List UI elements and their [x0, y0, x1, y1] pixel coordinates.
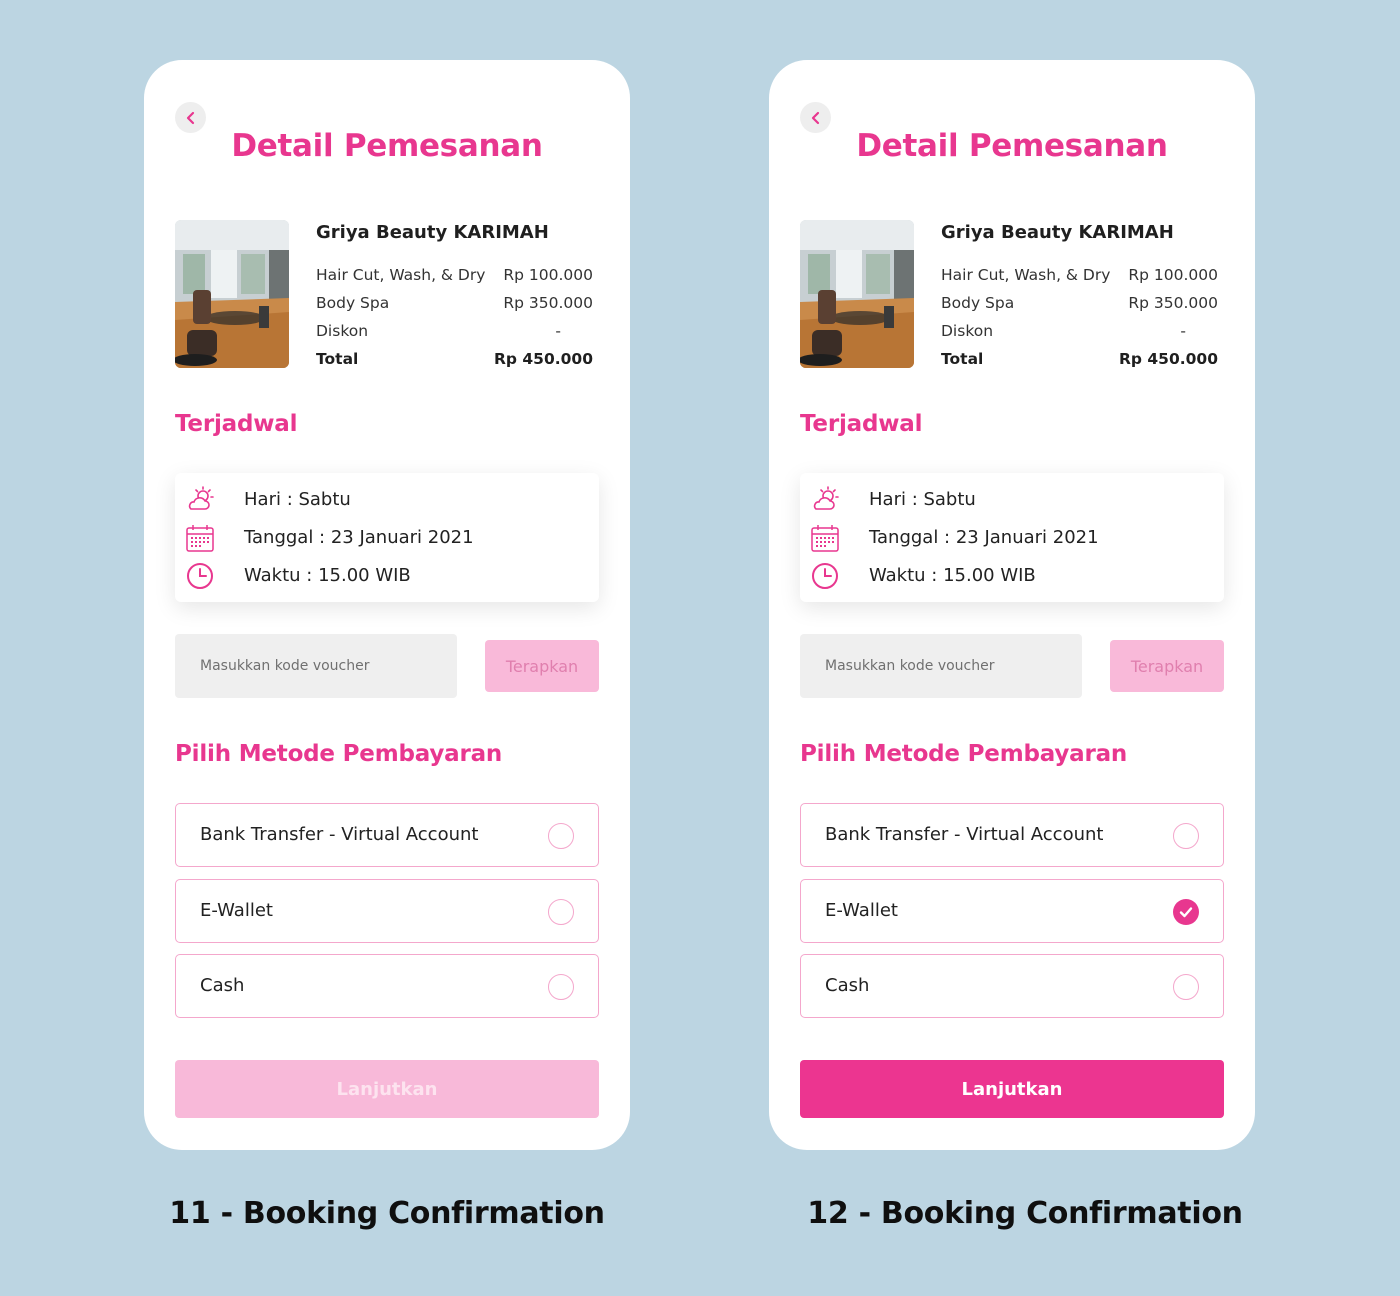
payment-option-ewallet[interactable]: E-Wallet [800, 879, 1224, 943]
clock-icon [812, 563, 838, 589]
calendar-icon [811, 525, 839, 552]
radio-unchecked-icon[interactable] [548, 899, 574, 925]
payment-option-label: E-Wallet [200, 900, 273, 921]
price-value: Rp 100.000 [1128, 266, 1218, 284]
calendar-icon [186, 525, 214, 552]
schedule-row-time: Waktu : 15.00 WIB [175, 561, 599, 591]
total-value: Rp 450.000 [1118, 350, 1218, 368]
screen-caption: 12 - Booking Confirmation [807, 1196, 1243, 1231]
radio-unchecked-icon[interactable] [548, 823, 574, 849]
checkmark-icon [1179, 907, 1193, 918]
schedule-time-text: Waktu : 15.00 WIB [869, 565, 1036, 586]
payment-option-bank-transfer[interactable]: Bank Transfer - Virtual Account [800, 803, 1224, 867]
voucher-input[interactable] [175, 634, 457, 698]
screen-caption: 11 - Booking Confirmation [169, 1196, 605, 1231]
total-label: Total [941, 350, 984, 368]
chevron-left-icon [811, 111, 819, 124]
schedule-date-text: Tanggal : 23 Januari 2021 [869, 527, 1099, 548]
clock-icon [187, 563, 213, 589]
price-row-bodyspa: Body Spa Rp 350.000 [941, 294, 1218, 316]
payment-option-cash[interactable]: Cash [800, 954, 1224, 1018]
price-row-discount: Diskon - [941, 322, 1218, 344]
apply-voucher-button[interactable]: Terapkan [485, 640, 599, 692]
price-row-discount: Diskon - [316, 322, 593, 344]
radio-unchecked-icon[interactable] [1173, 823, 1199, 849]
phone-screen: Detail Pemesanan Griya Beauty KARIMAH Ha… [144, 60, 630, 1150]
weather-icon [188, 486, 214, 510]
radio-checked-icon[interactable] [1173, 899, 1199, 925]
radio-unchecked-icon[interactable] [548, 974, 574, 1000]
radio-unchecked-icon[interactable] [1173, 974, 1199, 1000]
schedule-day-text: Hari : Sabtu [869, 489, 976, 510]
price-row-haircut: Hair Cut, Wash, & Dry Rp 100.000 [941, 266, 1218, 288]
price-label: Diskon [316, 322, 369, 340]
salon-photo [800, 220, 914, 368]
price-row-bodyspa: Body Spa Rp 350.000 [316, 294, 593, 316]
price-value: Rp 350.000 [503, 294, 593, 312]
payment-option-label: Bank Transfer - Virtual Account [825, 824, 1104, 845]
payment-title: Pilih Metode Pembayaran [800, 741, 1128, 767]
payment-option-bank-transfer[interactable]: Bank Transfer - Virtual Account [175, 803, 599, 867]
salon-name: Griya Beauty KARIMAH [941, 222, 1174, 243]
price-label: Body Spa [941, 294, 1015, 312]
price-row-total: Total Rp 450.000 [941, 350, 1218, 372]
payment-option-label: E-Wallet [825, 900, 898, 921]
price-label: Hair Cut, Wash, & Dry [941, 266, 1111, 284]
payment-option-label: Bank Transfer - Virtual Account [200, 824, 479, 845]
chevron-left-icon [186, 111, 194, 124]
voucher-input[interactable] [800, 634, 1082, 698]
price-label: Body Spa [316, 294, 390, 312]
schedule-row-time: Waktu : 15.00 WIB [800, 561, 1224, 591]
price-value: Rp 100.000 [503, 266, 593, 284]
price-label: Hair Cut, Wash, & Dry [316, 266, 486, 284]
price-label: Diskon [941, 322, 994, 340]
schedule-row-day: Hari : Sabtu [175, 485, 599, 515]
payment-option-label: Cash [825, 975, 870, 996]
salon-name: Griya Beauty KARIMAH [316, 222, 549, 243]
page-title: Detail Pemesanan [231, 128, 543, 164]
price-value: - [555, 322, 561, 340]
total-value: Rp 450.000 [493, 350, 593, 368]
price-value: - [1180, 322, 1186, 340]
schedule-time-text: Waktu : 15.00 WIB [244, 565, 411, 586]
schedule-date-text: Tanggal : 23 Januari 2021 [244, 527, 474, 548]
continue-button[interactable]: Lanjutkan [175, 1060, 599, 1118]
schedule-day-text: Hari : Sabtu [244, 489, 351, 510]
payment-option-ewallet[interactable]: E-Wallet [175, 879, 599, 943]
continue-button[interactable]: Lanjutkan [800, 1060, 1224, 1118]
phone-screen: Detail Pemesanan Griya Beauty KARIMAH Ha… [769, 60, 1255, 1150]
payment-option-label: Cash [200, 975, 245, 996]
weather-icon [813, 486, 839, 510]
price-value: Rp 350.000 [1128, 294, 1218, 312]
schedule-row-day: Hari : Sabtu [800, 485, 1224, 515]
apply-voucher-button[interactable]: Terapkan [1110, 640, 1224, 692]
schedule-row-date: Tanggal : 23 Januari 2021 [175, 523, 599, 553]
price-row-haircut: Hair Cut, Wash, & Dry Rp 100.000 [316, 266, 593, 288]
schedule-title: Terjadwal [800, 411, 923, 437]
total-label: Total [316, 350, 359, 368]
payment-option-cash[interactable]: Cash [175, 954, 599, 1018]
salon-photo [175, 220, 289, 368]
page-title: Detail Pemesanan [856, 128, 1168, 164]
schedule-card: Hari : Sabtu Tanggal : 23 Januari 2021 W… [800, 473, 1224, 602]
payment-title: Pilih Metode Pembayaran [175, 741, 503, 767]
schedule-title: Terjadwal [175, 411, 298, 437]
schedule-card: Hari : Sabtu Tanggal : 23 Januari 2021 W… [175, 473, 599, 602]
price-row-total: Total Rp 450.000 [316, 350, 593, 372]
schedule-row-date: Tanggal : 23 Januari 2021 [800, 523, 1224, 553]
